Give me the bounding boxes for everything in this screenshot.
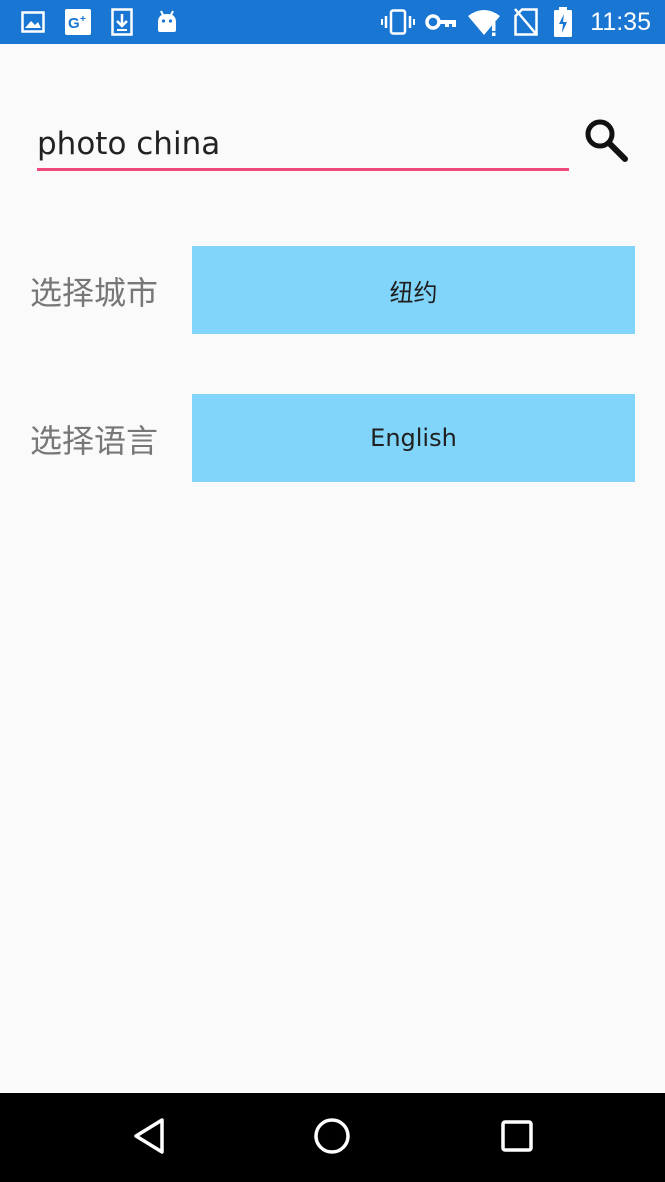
recents-icon — [500, 1119, 534, 1157]
android-icon — [154, 8, 180, 36]
vpn-key-icon — [424, 8, 458, 36]
home-button[interactable] — [307, 1113, 357, 1163]
status-bar: G + 11:35 — [0, 0, 665, 44]
navigation-bar — [0, 1093, 665, 1182]
city-label: 选择城市 — [30, 274, 159, 312]
google-plus-icon: G + — [64, 8, 92, 36]
wifi-alert-icon — [466, 8, 502, 36]
recents-button[interactable] — [492, 1113, 542, 1163]
download-icon — [110, 8, 134, 36]
vibrate-icon — [380, 8, 416, 36]
home-icon — [313, 1117, 351, 1159]
back-button[interactable] — [124, 1113, 174, 1163]
no-sim-icon — [512, 8, 540, 36]
image-icon — [20, 8, 46, 36]
city-select-button[interactable]: 纽约 — [192, 246, 635, 334]
back-icon — [131, 1117, 167, 1159]
svg-text:+: + — [80, 14, 86, 25]
language-select-value: English — [370, 424, 457, 452]
city-select-value: 纽约 — [389, 278, 438, 307]
search-button[interactable] — [578, 114, 634, 170]
language-select-button[interactable]: English — [192, 394, 635, 482]
battery-charging-icon — [552, 7, 574, 37]
search-icon — [583, 117, 629, 167]
language-label: 选择语言 — [30, 422, 159, 460]
search-input[interactable] — [37, 120, 569, 171]
status-time: 11:35 — [590, 8, 651, 36]
svg-text:G: G — [68, 15, 80, 32]
